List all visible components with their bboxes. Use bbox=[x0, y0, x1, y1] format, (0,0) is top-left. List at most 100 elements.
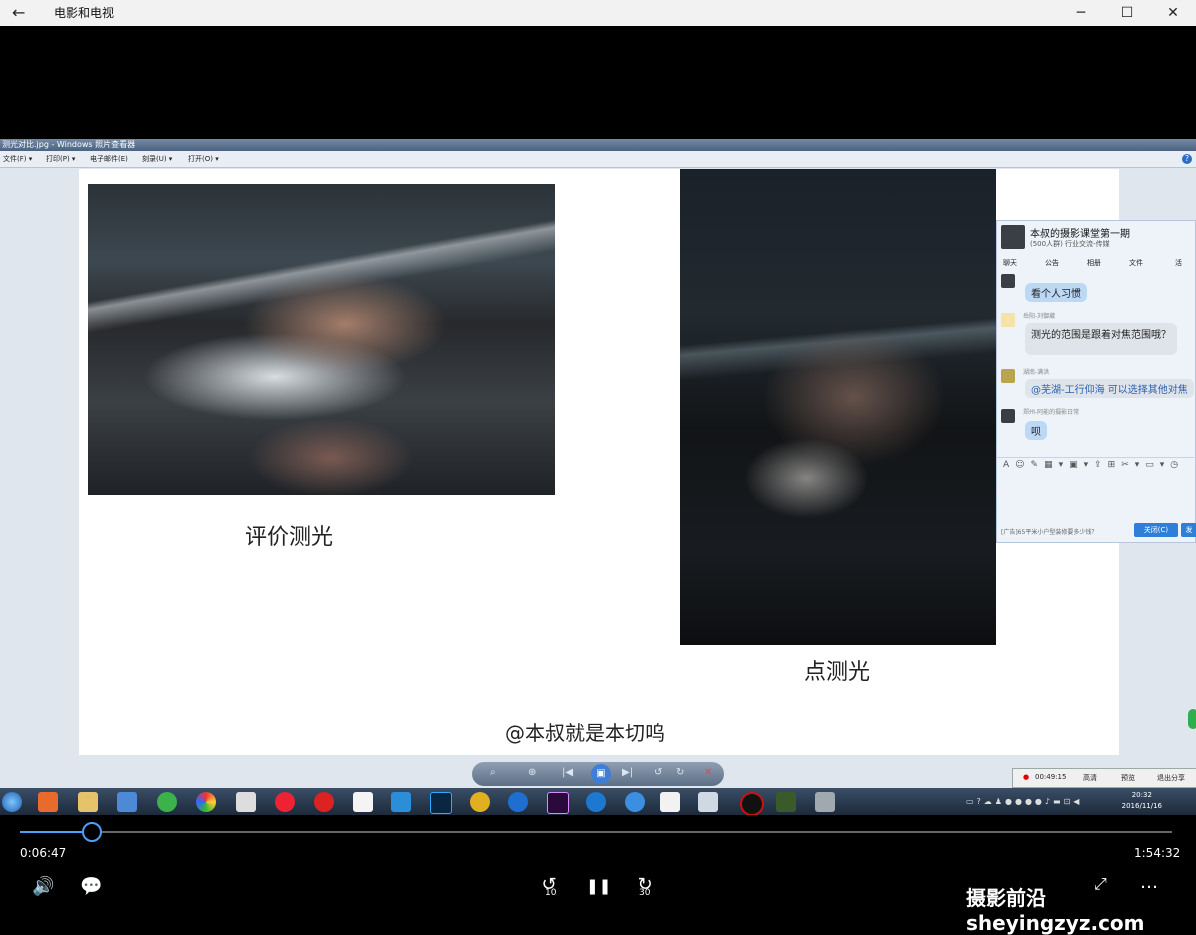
chat-message: 呗 bbox=[1025, 421, 1047, 440]
fit-icon[interactable]: ⊕ bbox=[528, 767, 536, 778]
delete-icon[interactable]: ✕ bbox=[704, 767, 712, 778]
total-time: 1:54:32 bbox=[1134, 846, 1181, 860]
slide-watermark: @本叔就是本切呜 bbox=[505, 721, 665, 745]
message-sender: 岳阳-刘御葳 bbox=[1023, 313, 1056, 320]
app-icon[interactable] bbox=[157, 792, 177, 812]
app-icon[interactable] bbox=[625, 792, 645, 812]
volume-icon[interactable]: 🔊 bbox=[32, 876, 54, 897]
tab-chat[interactable]: 聊天 bbox=[1003, 258, 1017, 268]
app-icon[interactable] bbox=[815, 792, 835, 812]
avatar bbox=[1001, 409, 1015, 423]
photo-viewer-menu: 文件(F) ▾ 打印(P) ▾ 电子邮件(E) 刻录(U) ▾ 打开(O) ▾ … bbox=[0, 151, 1196, 168]
menu-email[interactable]: 电子邮件(E) bbox=[90, 154, 128, 164]
viewer-toolbar: ⌕ ⊕ |◀ ▣ ▶| ↺ ↻ ✕ bbox=[472, 762, 724, 786]
photo-viewer-title: 测光对比.jpg - Windows 照片查看器 bbox=[0, 139, 1196, 151]
avatar bbox=[1001, 369, 1015, 383]
video-frame[interactable]: 测光对比.jpg - Windows 照片查看器 文件(F) ▾ 打印(P) ▾… bbox=[0, 139, 1196, 815]
close-button[interactable]: ✕ bbox=[1150, 2, 1196, 24]
preview-button[interactable]: 预览 bbox=[1121, 773, 1135, 783]
avatar bbox=[1001, 313, 1015, 327]
caption-spot: 点测光 bbox=[804, 660, 871, 685]
app-icon[interactable] bbox=[236, 792, 256, 812]
maximize-button[interactable]: ☐ bbox=[1104, 2, 1150, 24]
taskbar-clock: 20:32 2016/11/16 bbox=[1122, 790, 1162, 812]
seek-thumb[interactable] bbox=[82, 822, 102, 842]
menu-open[interactable]: 打开(O) ▾ bbox=[188, 154, 219, 164]
start-icon[interactable] bbox=[2, 792, 22, 812]
premiere-icon[interactable] bbox=[547, 792, 569, 814]
menu-print[interactable]: 打印(P) ▾ bbox=[46, 154, 75, 164]
next-icon[interactable]: ▶| bbox=[622, 767, 633, 778]
tab-album[interactable]: 相册 bbox=[1087, 258, 1101, 268]
clock-time: 20:32 bbox=[1131, 791, 1152, 799]
exit-share-button[interactable]: 退出分享 bbox=[1157, 773, 1185, 783]
chrome-icon[interactable] bbox=[196, 792, 216, 812]
cloud-icon[interactable] bbox=[391, 792, 411, 812]
rotate-right-icon[interactable]: ↻ bbox=[676, 767, 684, 778]
avatar bbox=[1001, 274, 1015, 288]
rewind-10-button[interactable]: ↺ 10 bbox=[536, 874, 562, 898]
rotate-left-icon[interactable]: ↺ bbox=[654, 767, 662, 778]
screen-share-panel: ● 00:49:15 高清 预览 退出分享 bbox=[1012, 768, 1196, 788]
photo-evaluative-metering bbox=[88, 184, 555, 495]
qq-chat-window: 本叔的摄影课堂第一期 (500人群) 行业交流-传媒 聊天 公告 相册 文件 活… bbox=[996, 220, 1196, 543]
app-icon[interactable] bbox=[117, 792, 137, 812]
app-icon[interactable] bbox=[660, 792, 680, 812]
minimize-button[interactable]: ─ bbox=[1058, 2, 1104, 24]
app-icon[interactable] bbox=[38, 792, 58, 812]
message-sender: 湖南-满洪 bbox=[1023, 369, 1050, 376]
forward-30-button[interactable]: ↻ 30 bbox=[632, 874, 658, 898]
slide: 评价测光 点测光 @本叔就是本切呜 bbox=[79, 169, 1119, 755]
photo-spot-metering bbox=[680, 169, 996, 645]
group-avatar bbox=[1001, 225, 1025, 249]
record-time: 00:49:15 bbox=[1035, 773, 1067, 781]
tab-activity[interactable]: 活 bbox=[1175, 258, 1182, 268]
file-icon[interactable] bbox=[353, 792, 373, 812]
chat-toolbar[interactable]: A☺✎▦▾▣▾⇪⊞✂▾▭▾◷ bbox=[1003, 460, 1184, 470]
slideshow-icon[interactable]: ▣ bbox=[591, 764, 611, 784]
windows-taskbar: ▭?☁♟●●●●♪▬⊡◀ 20:32 2016/11/16 bbox=[0, 788, 1196, 815]
app-icon[interactable] bbox=[470, 792, 490, 812]
app-icon[interactable] bbox=[698, 792, 718, 812]
tray-icons[interactable]: ▭?☁♟●●●●♪▬⊡◀ bbox=[966, 797, 1082, 806]
menu-file[interactable]: 文件(F) ▾ bbox=[3, 154, 32, 164]
previous-icon[interactable]: |◀ bbox=[562, 767, 573, 778]
folder-icon[interactable] bbox=[78, 792, 98, 812]
chat-message: 测光的范围是跟着对焦范围哦？ bbox=[1025, 323, 1177, 355]
send-button[interactable]: 发 bbox=[1181, 523, 1196, 537]
title-bar: ← 电影和电视 ─ ☐ ✕ bbox=[0, 0, 1196, 26]
record-dot-icon: ● bbox=[1023, 773, 1030, 781]
forward-label: 30 bbox=[639, 888, 651, 898]
subtitle-icon[interactable]: 💬 bbox=[80, 876, 102, 897]
app-icon[interactable] bbox=[586, 792, 606, 812]
record-app-icon[interactable] bbox=[740, 792, 764, 815]
pause-button[interactable]: ❚❚ bbox=[586, 877, 611, 895]
rewind-label: 10 bbox=[545, 888, 557, 898]
caption-evaluative: 评价测光 bbox=[245, 525, 334, 550]
app-icon[interactable] bbox=[776, 792, 796, 812]
back-arrow-icon[interactable]: ← bbox=[12, 3, 25, 22]
chat-ad[interactable]: [广告]65平米小户型装修要多少钱？ bbox=[1001, 527, 1097, 536]
window-title: 电影和电视 bbox=[54, 6, 115, 20]
hd-button[interactable]: 高清 bbox=[1083, 773, 1097, 783]
netease-music-icon[interactable] bbox=[314, 792, 334, 812]
group-info: (500人群) 行业交流-传媒 bbox=[1030, 240, 1110, 248]
weibo-icon[interactable] bbox=[275, 792, 295, 812]
photoshop-icon[interactable] bbox=[430, 792, 452, 814]
float-widget[interactable] bbox=[1188, 709, 1196, 729]
clock-date: 2016/11/16 bbox=[1121, 802, 1162, 810]
elapsed-time: 0:06:47 bbox=[20, 846, 67, 860]
chat-message: @芜湖-工行仰海 可以选择其他对焦 bbox=[1025, 379, 1194, 398]
tab-notice[interactable]: 公告 bbox=[1045, 258, 1059, 268]
tab-files[interactable]: 文件 bbox=[1129, 258, 1143, 268]
group-name: 本叔的摄影课堂第一期 bbox=[1030, 229, 1130, 240]
menu-burn[interactable]: 刻录(U) ▾ bbox=[142, 154, 172, 164]
help-icon[interactable]: ? bbox=[1182, 154, 1192, 164]
close-chat-button[interactable]: 关闭(C) bbox=[1134, 523, 1178, 537]
chat-message: 看个人习惯 bbox=[1025, 283, 1087, 302]
message-sender: 郑州-阿能的摄影日常 bbox=[1023, 409, 1080, 416]
zoom-icon[interactable]: ⌕ bbox=[490, 767, 496, 778]
site-watermark: 摄影前沿 sheyingzyz.com bbox=[966, 886, 1145, 935]
seek-bar[interactable] bbox=[20, 831, 1172, 833]
ie-icon[interactable] bbox=[508, 792, 528, 812]
